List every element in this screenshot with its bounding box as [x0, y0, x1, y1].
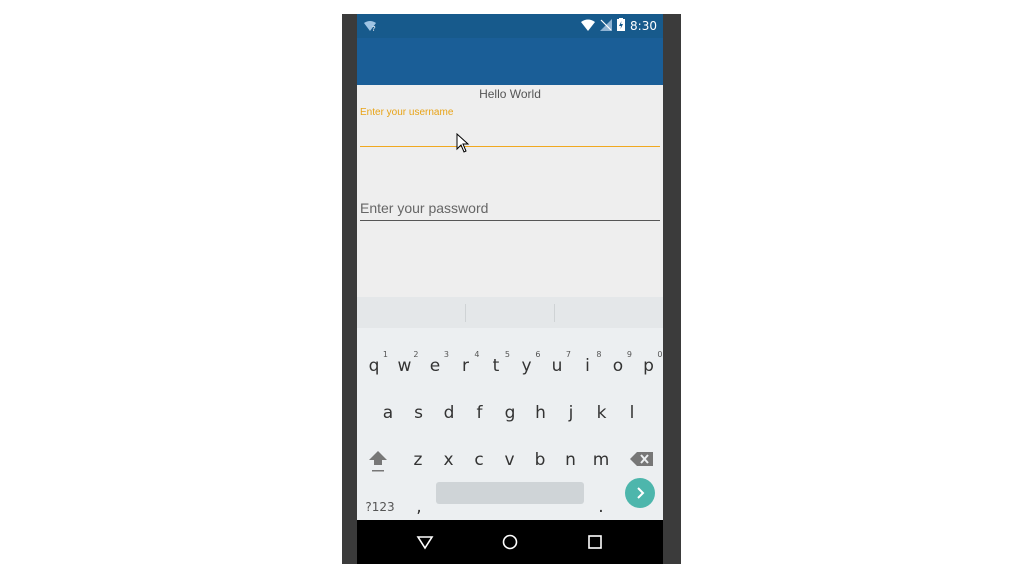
key-label: j: [568, 403, 574, 423]
key-x[interactable]: x: [434, 440, 464, 480]
key-i[interactable]: 8i: [573, 346, 603, 386]
key-q[interactable]: 1q: [359, 346, 389, 386]
key-w[interactable]: 2w: [390, 346, 420, 386]
key-s[interactable]: s: [404, 393, 434, 433]
key-label: m: [592, 450, 610, 470]
username-underline: [360, 146, 660, 147]
app-bar: [357, 38, 663, 85]
password-placeholder: Enter your password: [360, 200, 489, 216]
password-underline: [360, 220, 660, 221]
key-label: n: [565, 450, 576, 470]
key-d[interactable]: d: [434, 393, 464, 433]
status-time: 8:30: [630, 19, 657, 33]
shift-icon: [368, 451, 388, 477]
mouse-cursor-icon: [456, 132, 470, 158]
key-a[interactable]: a: [373, 393, 403, 433]
key-n[interactable]: n: [556, 440, 586, 480]
key-j[interactable]: j: [556, 393, 586, 433]
phone-frame: ? 8:30 Hello World Enter your username E…: [342, 14, 681, 564]
key-f[interactable]: f: [465, 393, 495, 433]
key-label: s: [414, 403, 423, 423]
key-v[interactable]: v: [495, 440, 525, 480]
hello-world-label: Hello World: [479, 87, 541, 101]
signal-off-icon: [600, 18, 613, 34]
key-c[interactable]: c: [464, 440, 494, 480]
chevron-right-icon: [625, 487, 655, 512]
key-label: c: [474, 450, 484, 470]
key-hint: 6: [535, 350, 541, 359]
space-bar[interactable]: [436, 482, 584, 504]
password-field[interactable]: Enter your password: [360, 192, 660, 222]
recents-icon[interactable]: [585, 532, 605, 552]
key-hint: 1: [382, 350, 388, 359]
key-z[interactable]: z: [403, 440, 433, 480]
back-icon[interactable]: [415, 532, 435, 552]
key-y[interactable]: 6y: [512, 346, 542, 386]
key-m[interactable]: m: [586, 440, 616, 480]
key-e[interactable]: 3e: [420, 346, 450, 386]
wifi-icon: [581, 19, 596, 34]
key-hint: 3: [443, 350, 449, 359]
key-label: v: [504, 450, 515, 470]
battery-charging-icon: [617, 18, 626, 34]
suggestion-strip[interactable]: [357, 297, 663, 328]
key-r[interactable]: 4r: [451, 346, 481, 386]
home-icon[interactable]: [500, 532, 520, 552]
key-h[interactable]: h: [526, 393, 556, 433]
key-k[interactable]: k: [587, 393, 617, 433]
username-floating-label: Enter your username: [360, 107, 454, 118]
key-hint: 8: [596, 350, 602, 359]
key-u[interactable]: 7u: [542, 346, 572, 386]
soft-keyboard: 1q2w3e4r5t6y7u8i9o0p asd f gh j k l zxcvbnm ?…: [357, 297, 663, 520]
key-label: h: [535, 403, 546, 423]
backspace-icon: [630, 452, 654, 472]
key-hint: 2: [413, 350, 419, 359]
backspace-key[interactable]: [627, 440, 657, 480]
shift-key[interactable]: [363, 440, 393, 480]
key-label: k: [596, 403, 607, 423]
key-label: b: [534, 450, 546, 470]
key-hint: 5: [504, 350, 510, 359]
status-bar: ? 8:30: [357, 14, 663, 38]
suggestion-divider: [465, 304, 466, 322]
key-hint: 9: [626, 350, 632, 359]
key-label: g: [504, 403, 516, 423]
phone-screen: ? 8:30 Hello World Enter your username E…: [357, 14, 663, 564]
key-label: l: [629, 403, 635, 423]
key-label: d: [443, 403, 455, 423]
key-l[interactable]: l: [617, 393, 647, 433]
wifi-question-icon: ?: [364, 19, 376, 37]
key-label: f: [476, 403, 483, 423]
svg-text:?: ?: [372, 25, 376, 32]
key-t[interactable]: 5t: [481, 346, 511, 386]
key-p[interactable]: 0p: [634, 346, 664, 386]
enter-key[interactable]: [625, 478, 655, 508]
key-hint: 4: [474, 350, 480, 359]
key-label: a: [382, 403, 394, 423]
key-label: z: [413, 450, 423, 470]
key-g[interactable]: g: [495, 393, 525, 433]
key-b[interactable]: b: [525, 440, 555, 480]
key-label: x: [443, 450, 454, 470]
key-hint: 7: [565, 350, 571, 359]
username-field[interactable]: Enter your username: [360, 107, 660, 149]
navigation-bar: [357, 520, 663, 564]
suggestion-divider: [554, 304, 555, 322]
key-o[interactable]: 9o: [603, 346, 633, 386]
key-hint: 0: [657, 350, 663, 359]
